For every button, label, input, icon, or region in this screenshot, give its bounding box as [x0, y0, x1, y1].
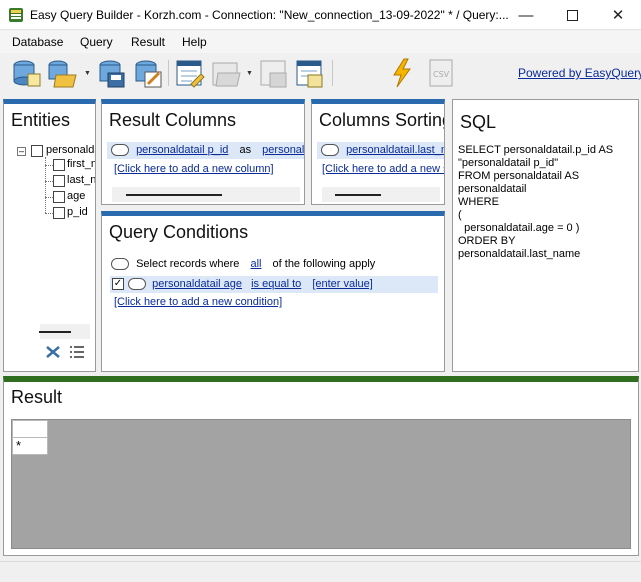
apply-label: of the following apply — [272, 258, 376, 270]
field-p-id[interactable]: p_id — [67, 206, 88, 218]
field-first-name[interactable]: first_name — [67, 158, 95, 170]
status-bar — [0, 561, 641, 582]
save-model-icon[interactable] — [96, 57, 128, 89]
execute-query-icon[interactable] — [386, 57, 418, 89]
sql-line: FROM personaldatail AS — [458, 170, 580, 182]
sql-panel: SQL SELECT personaldatail.p_id AS "perso… — [452, 99, 639, 372]
entities-title: Entities — [11, 110, 71, 130]
window-title: Easy Query Builder - Korzh.com - Connect… — [30, 8, 509, 22]
field-checkbox[interactable] — [53, 191, 65, 203]
sql-line: ( — [458, 209, 462, 221]
collapse-icon[interactable]: – — [17, 147, 26, 156]
result-columns-scrollbar[interactable] — [112, 187, 300, 202]
menu-bar: Database Query Result Help — [0, 31, 641, 53]
sql-line: "personaldatail p_id" — [458, 157, 559, 169]
app-icon — [9, 8, 23, 22]
menu-database[interactable]: Database — [12, 35, 63, 49]
toolbar-separator — [332, 60, 333, 86]
condition-toggle-icon[interactable] — [128, 278, 147, 291]
export-csv-icon: CSV — [429, 59, 453, 87]
entities-panel: Entities – personaldatail first_name las… — [3, 99, 96, 372]
entity-personaldatail[interactable]: personaldatail — [46, 144, 95, 156]
scroll-thumb[interactable] — [335, 194, 381, 196]
result-grid[interactable]: * — [11, 419, 631, 549]
columns-sorting-title: Columns Sorting — [319, 110, 445, 130]
menu-query[interactable]: Query — [80, 35, 113, 49]
menu-result[interactable]: Result — [131, 35, 165, 49]
condition-row[interactable]: ✓ personaldatail age is equal to [enter … — [110, 276, 438, 293]
sql-line: personaldatail.last_name — [458, 248, 581, 260]
condition-value-link[interactable]: [enter value] — [312, 278, 373, 290]
save-query-icon — [260, 60, 287, 88]
columns-sorting-scrollbar[interactable] — [322, 187, 440, 202]
close-icon: ✕ — [611, 7, 625, 24]
clear-entities-icon[interactable] — [44, 344, 62, 360]
new-row-marker[interactable]: * — [12, 437, 48, 455]
toolbar-separator — [168, 60, 169, 86]
sql-title: SQL — [460, 112, 497, 132]
sort-toggle-icon[interactable] — [321, 144, 339, 157]
result-column-row[interactable]: personaldatail p_id as personaldatail p_… — [107, 142, 304, 159]
field-checkbox[interactable] — [53, 159, 65, 171]
columns-sorting-panel: Columns Sorting personaldatail.last_name… — [311, 99, 445, 205]
grid-header-cell[interactable] — [12, 420, 48, 438]
sql-line: ORDER BY — [458, 235, 516, 247]
field-checkbox[interactable] — [53, 207, 65, 219]
select-records-row: Select records where all of the followin… — [111, 258, 376, 271]
new-connection-icon[interactable] — [10, 57, 42, 89]
open-model-icon[interactable] — [46, 57, 78, 89]
svg-text:CSV: CSV — [433, 70, 450, 79]
select-records-label: Select records where — [136, 258, 240, 270]
column-field-link[interactable]: personaldatail p_id — [136, 144, 228, 156]
sorting-row[interactable]: personaldatail.last_name — [317, 142, 444, 159]
all-link[interactable]: all — [250, 258, 261, 270]
field-last-name[interactable]: last_name — [67, 174, 95, 186]
add-sorting-link[interactable]: [Click here to add a new sorting] — [322, 163, 444, 175]
open-query-icon — [212, 62, 241, 87]
maximize-icon — [566, 9, 578, 21]
edit-query-icon[interactable] — [294, 57, 326, 89]
list-view-icon[interactable] — [68, 344, 86, 360]
sql-line: SELECT personaldatail.p_id AS — [458, 144, 614, 156]
open-query-dropdown-icon: ▼ — [246, 70, 253, 77]
field-age[interactable]: age — [67, 190, 85, 202]
entities-scrollbar[interactable] — [39, 324, 90, 339]
close-button[interactable]: ✕ — [595, 0, 641, 30]
query-conditions-title: Query Conditions — [109, 222, 249, 242]
scroll-thumb[interactable] — [39, 331, 71, 333]
powered-by-link[interactable]: Powered by EasyQuery — [518, 66, 641, 80]
maximize-button[interactable] — [549, 0, 595, 30]
add-column-link[interactable]: [Click here to add a new column] — [114, 163, 274, 175]
sql-line: personaldatail — [458, 183, 527, 195]
condition-field-link[interactable]: personaldatail age — [152, 278, 242, 290]
menu-help[interactable]: Help — [182, 35, 207, 49]
query-conditions-panel: Query Conditions Select records where al… — [101, 211, 445, 372]
open-dropdown-icon[interactable]: ▼ — [84, 70, 91, 77]
field-checkbox[interactable] — [53, 175, 65, 187]
minimize-icon: — — [518, 6, 534, 24]
new-query-icon[interactable] — [174, 57, 206, 89]
add-condition-link[interactable]: [Click here to add a new condition] — [114, 296, 282, 308]
group-toggle-icon[interactable] — [111, 258, 129, 271]
minimize-button[interactable]: — — [503, 0, 549, 30]
sql-line: WHERE — [458, 196, 499, 208]
title-bar: Easy Query Builder - Korzh.com - Connect… — [0, 0, 641, 30]
as-label: as — [239, 144, 252, 156]
condition-checkbox[interactable]: ✓ — [112, 278, 124, 291]
sort-field-link[interactable]: personaldatail.last_name — [346, 144, 444, 156]
result-title: Result — [11, 387, 63, 407]
column-toggle-icon[interactable] — [111, 144, 129, 157]
scroll-thumb[interactable] — [126, 194, 222, 196]
result-columns-title: Result Columns — [109, 110, 237, 130]
sql-line: personaldatail.age = 0 ) — [458, 222, 580, 234]
condition-operator-link[interactable]: is equal to — [251, 278, 301, 290]
result-columns-panel: Result Columns personaldatail p_id as pe… — [101, 99, 305, 205]
edit-model-icon[interactable] — [132, 57, 164, 89]
entity-checkbox[interactable] — [31, 145, 43, 157]
column-alias-link[interactable]: personaldatail p_id — [262, 144, 304, 156]
